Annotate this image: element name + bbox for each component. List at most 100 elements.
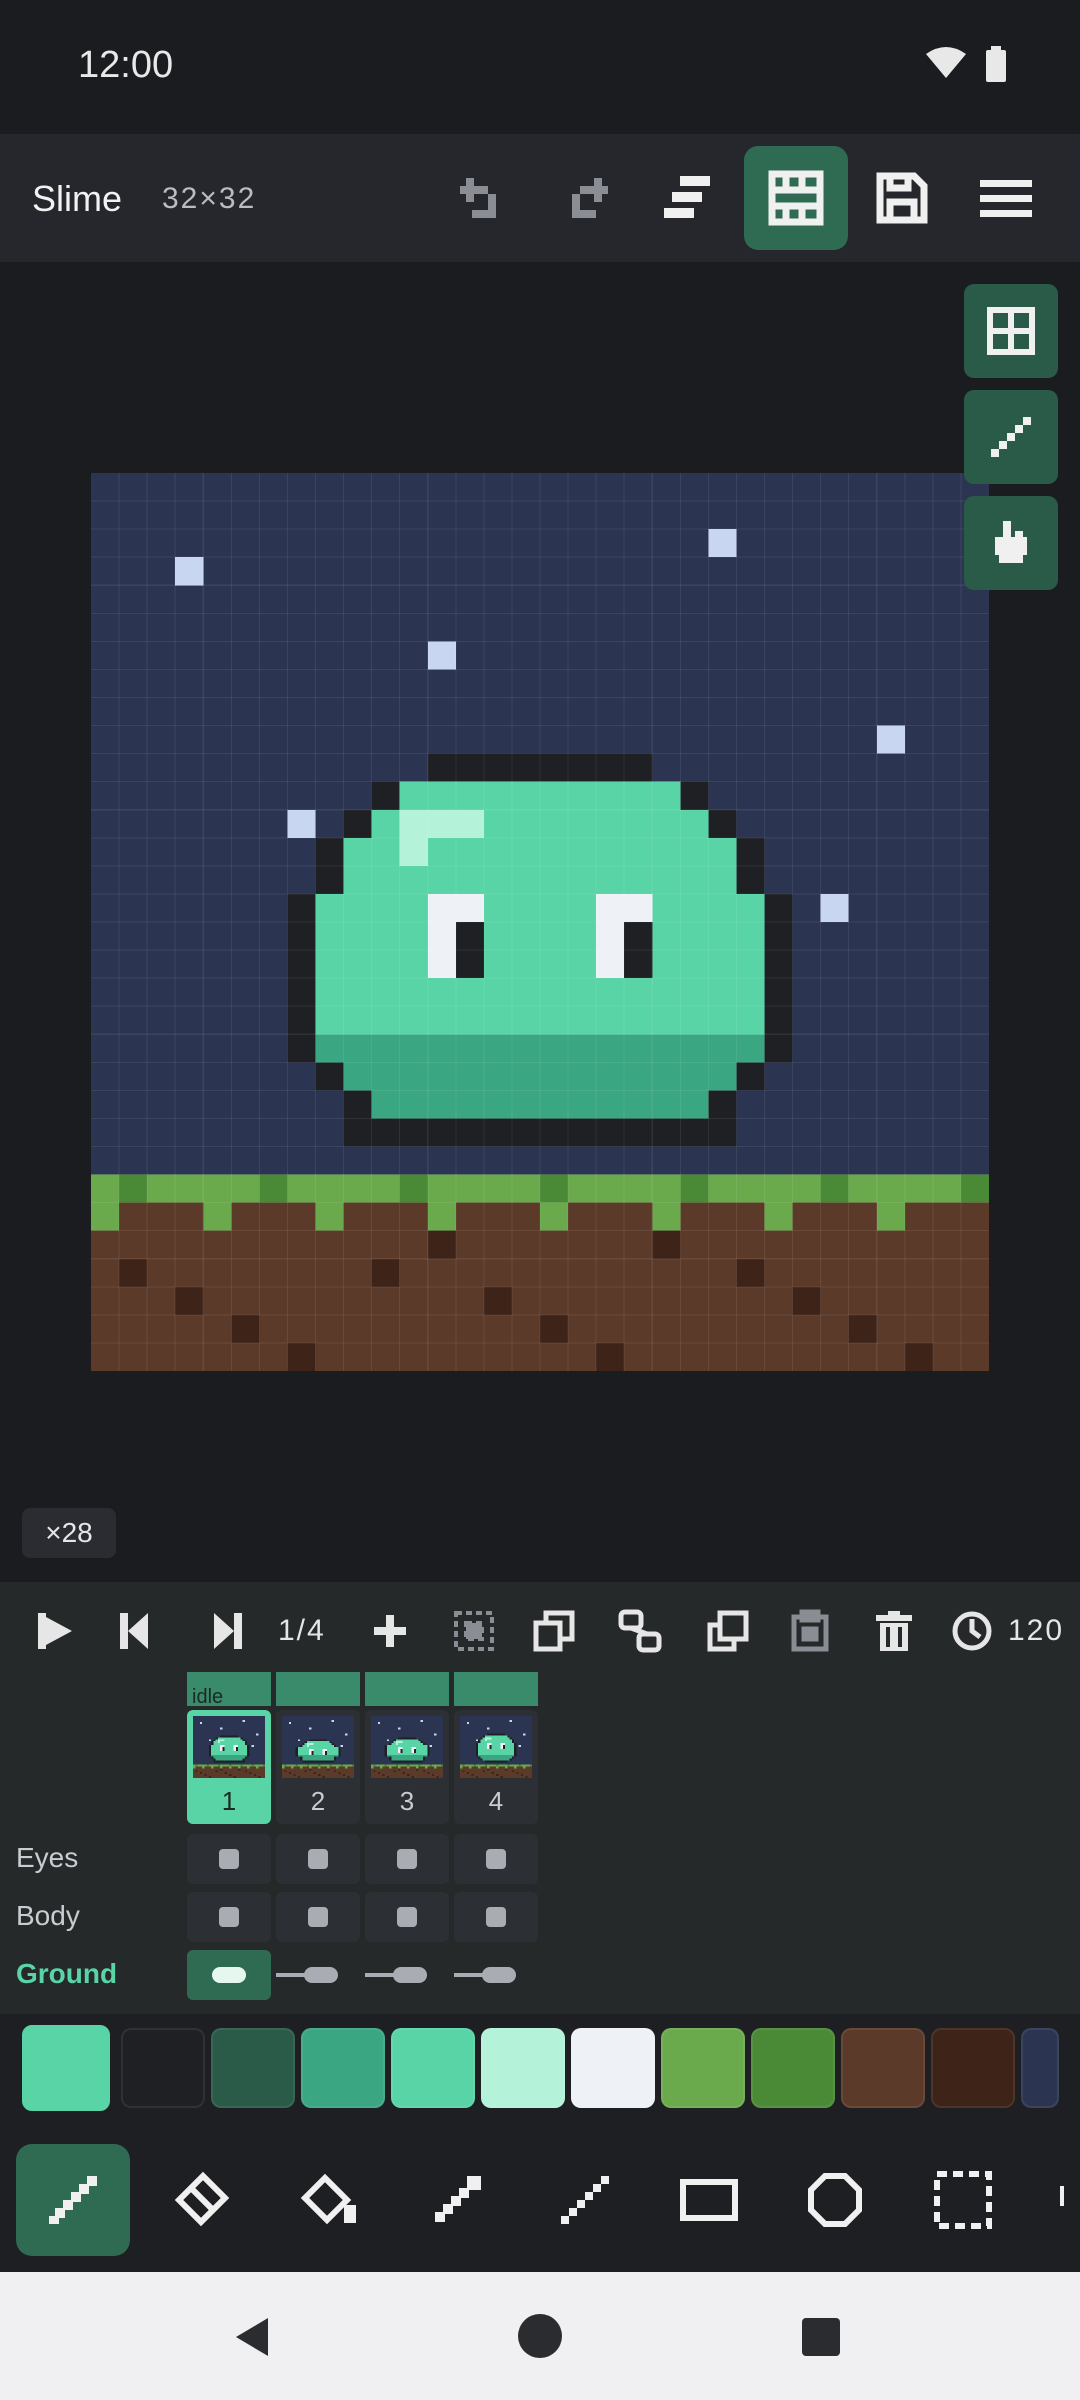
first-frame-button[interactable] — [104, 1606, 164, 1656]
frame-duration-button[interactable] — [942, 1606, 1002, 1656]
cel[interactable] — [454, 1892, 538, 1942]
home-icon — [518, 2314, 562, 2358]
palette-swatch[interactable] — [841, 2028, 925, 2108]
cel-selected[interactable] — [187, 1950, 271, 2000]
canvas-size-label: 32×32 — [162, 182, 257, 215]
save-button[interactable] — [850, 146, 954, 250]
pan-hand-button[interactable] — [964, 496, 1058, 590]
select-icon — [934, 2171, 992, 2229]
cel[interactable] — [276, 1892, 360, 1942]
save-icon — [876, 172, 928, 224]
cel[interactable] — [276, 1834, 360, 1884]
back-icon — [236, 2318, 268, 2356]
link-icon — [618, 1609, 662, 1653]
palette-swatch[interactable] — [571, 2028, 655, 2108]
cel[interactable] — [187, 1834, 271, 1884]
last-frame-button[interactable] — [198, 1606, 258, 1656]
home-nav-button[interactable] — [516, 2312, 564, 2365]
layer-label-ground[interactable]: Ground — [16, 1958, 117, 1990]
palette-swatch[interactable] — [121, 2028, 205, 2108]
line-guide-button[interactable] — [964, 390, 1058, 484]
cel-dot — [486, 1849, 506, 1869]
linked-cel-icon — [365, 1967, 427, 1983]
select-frames-button[interactable] — [444, 1606, 504, 1656]
palette-swatch[interactable] — [1021, 2028, 1059, 2108]
cel[interactable] — [187, 1892, 271, 1942]
redo-icon — [572, 178, 608, 218]
frame-number: 1 — [221, 1786, 237, 1816]
frame-cell-1[interactable]: 1 — [187, 1710, 271, 1824]
palette-swatch[interactable] — [481, 2028, 565, 2108]
palette-swatch[interactable] — [301, 2028, 385, 2108]
eyedropper-icon — [435, 2176, 481, 2222]
cel-linked[interactable] — [276, 1950, 360, 2000]
palette-swatch[interactable] — [751, 2028, 835, 2108]
tag-label-idle: idle — [192, 1686, 224, 1708]
pencil-tool-button[interactable] — [16, 2144, 130, 2256]
frame-number: 4 — [488, 1786, 504, 1816]
ellipse-tool-button[interactable] — [778, 2144, 892, 2256]
cel[interactable] — [454, 1834, 538, 1884]
rectangle-tool-button[interactable] — [652, 2144, 766, 2256]
document-title[interactable]: Slime — [32, 178, 122, 220]
back-nav-button[interactable] — [228, 2312, 278, 2367]
dashed-select-icon — [454, 1611, 494, 1651]
paste-frame-button[interactable] — [780, 1606, 840, 1656]
palette-swatch[interactable] — [211, 2028, 295, 2108]
timeline-icon — [768, 170, 824, 226]
palette-swatch[interactable] — [391, 2028, 475, 2108]
line-icon — [991, 417, 1031, 457]
palette-swatch[interactable] — [661, 2028, 745, 2108]
copy-frame-button[interactable] — [698, 1606, 758, 1656]
fill-tool-button[interactable] — [272, 2144, 386, 2256]
frame-cell-3[interactable]: 3 — [365, 1710, 449, 1824]
cel-linked[interactable] — [365, 1950, 449, 2000]
timeline-button[interactable] — [744, 146, 848, 250]
zoom-indicator: ×28 — [22, 1508, 116, 1558]
layer-label-body[interactable]: Body — [16, 1900, 80, 1932]
select-tool-button[interactable] — [906, 2144, 1020, 2256]
tool-overflow-indicator — [1060, 2186, 1064, 2206]
cel[interactable] — [365, 1834, 449, 1884]
frame-cell-4[interactable]: 4 — [454, 1710, 538, 1824]
delete-frame-button[interactable] — [864, 1606, 924, 1656]
menu-button[interactable] — [954, 146, 1058, 250]
eyedropper-tool-button[interactable] — [400, 2144, 514, 2256]
frame-cell-2[interactable]: 2 — [276, 1710, 360, 1824]
tag-bar[interactable] — [276, 1672, 360, 1706]
pencil-icon — [49, 2176, 97, 2224]
skip-back-icon — [120, 1613, 148, 1649]
grid-toggle-button[interactable] — [964, 284, 1058, 378]
layers-button[interactable] — [636, 146, 740, 250]
tag-bar[interactable] — [454, 1672, 538, 1706]
copy-icon — [707, 1610, 749, 1652]
frame-thumbnail — [460, 1716, 532, 1778]
link-cels-button[interactable] — [610, 1606, 670, 1656]
trash-icon — [876, 1611, 912, 1651]
palette-swatch[interactable] — [931, 2028, 1015, 2108]
cel[interactable] — [365, 1892, 449, 1942]
recents-nav-button[interactable] — [800, 2316, 842, 2363]
recents-icon — [802, 2318, 840, 2356]
plus-icon — [374, 1615, 406, 1647]
cel-linked[interactable] — [454, 1950, 538, 2000]
linked-cel-icon — [212, 1967, 246, 1983]
redo-button[interactable] — [536, 146, 640, 250]
palette-swatch[interactable] — [22, 2025, 110, 2111]
duplicate-frame-button[interactable] — [524, 1606, 584, 1656]
line-tool-button[interactable] — [528, 2144, 642, 2256]
pixel-canvas[interactable] — [91, 473, 989, 1371]
layer-label-eyes[interactable]: Eyes — [16, 1842, 78, 1874]
frame-thumbnail — [193, 1716, 265, 1778]
play-icon — [38, 1613, 72, 1649]
undo-button[interactable] — [428, 146, 532, 250]
line-tool-icon — [561, 2176, 609, 2224]
wifi-icon — [926, 46, 966, 85]
add-frame-button[interactable] — [360, 1606, 420, 1656]
play-button[interactable] — [24, 1606, 84, 1656]
tag-bar[interactable] — [365, 1672, 449, 1706]
clock-icon — [952, 1611, 992, 1651]
cel-dot — [308, 1849, 328, 1869]
eraser-tool-button[interactable] — [144, 2144, 258, 2256]
frame-duration-value[interactable]: 120 — [1008, 1614, 1064, 1648]
